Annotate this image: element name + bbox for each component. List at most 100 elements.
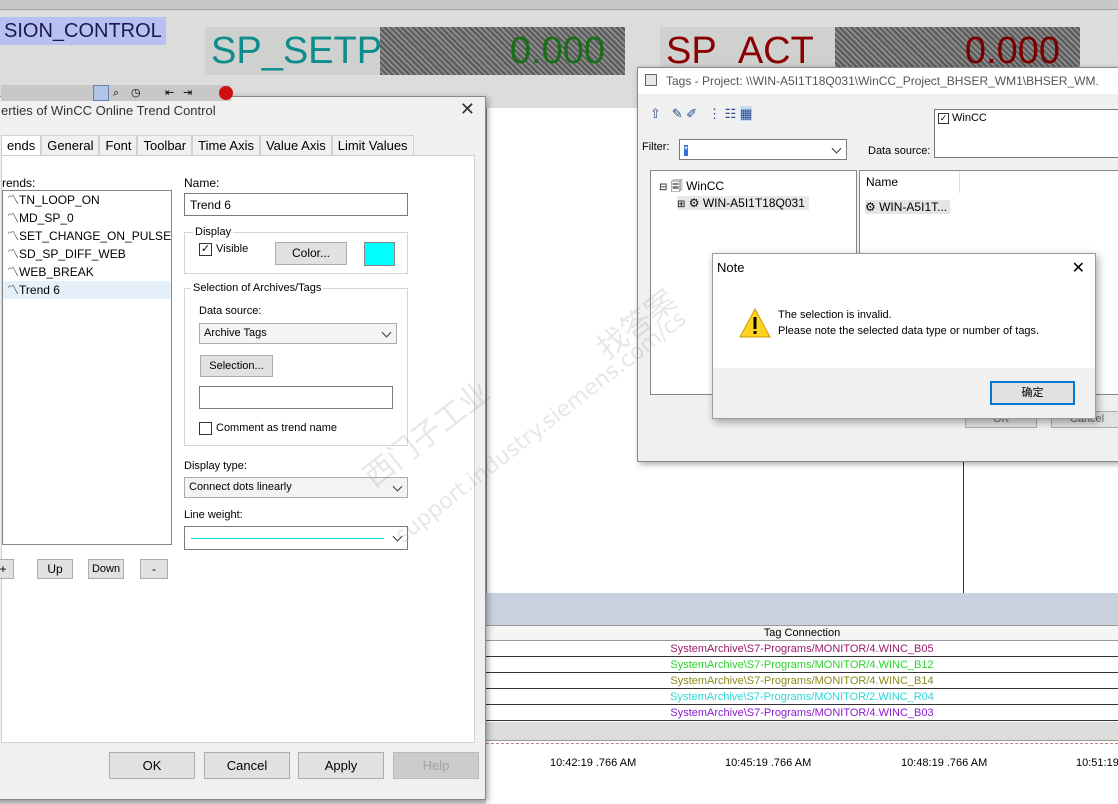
tab-time-axis[interactable]: Time Axis: [192, 135, 260, 155]
move-down-button[interactable]: Down: [88, 559, 124, 579]
database-icon: 🗐: [670, 179, 683, 193]
list-item[interactable]: ⚙ WIN-A5I1T...: [865, 200, 951, 214]
tab-general[interactable]: General: [41, 135, 100, 155]
data-source-label: Data source:: [868, 145, 931, 157]
comment-checkbox[interactable]: [199, 422, 212, 435]
first-icon[interactable]: ⇤: [165, 86, 174, 99]
trend-ruler: [963, 455, 964, 593]
confirm-button[interactable]: 确定: [990, 381, 1075, 405]
note-dialog: Note ✕ The selection is invalid. Please …: [712, 253, 1096, 419]
list-item[interactable]: 〽TN_LOOP_ON: [3, 191, 171, 209]
window-icon: [645, 74, 657, 86]
zoom-icon[interactable]: ⌕: [113, 87, 119, 100]
selection-group-label: Selection of Archives/Tags: [191, 282, 324, 294]
remove-trend-button[interactable]: -: [140, 559, 168, 579]
line-weight-combo[interactable]: [184, 526, 408, 550]
list-item[interactable]: 〽SET_CHANGE_ON_PULSE: [3, 227, 171, 245]
trend-icon: 〽: [7, 247, 20, 261]
tree-child[interactable]: ⊞ ⚙ WIN-A5I1T18Q031: [677, 196, 809, 210]
list-item[interactable]: 〽MD_SP_0: [3, 209, 171, 227]
name-label: Name:: [184, 176, 220, 190]
details-view-icon[interactable]: ▦: [739, 106, 753, 121]
server-icon: ⚙: [865, 200, 876, 214]
name-column-header[interactable]: Name: [860, 171, 960, 193]
trend-icon: 〽: [7, 265, 20, 279]
display-type-label: Display type:: [184, 460, 247, 472]
time-axis-line: [486, 743, 1118, 744]
system-label: SION_CONTROL: [0, 17, 166, 45]
clock-icon[interactable]: ◷: [131, 86, 141, 99]
sp-setp-value: 0.000: [380, 27, 625, 75]
time-tick: 10:42:19 .766 AM: [550, 757, 637, 769]
filter-label: Filter:: [642, 141, 670, 153]
list-item[interactable]: 〽WEB_BREAK: [3, 263, 171, 281]
folder-up-icon[interactable]: ⇧: [650, 106, 661, 121]
line-weight-label: Line weight:: [184, 509, 243, 521]
tab-limit-values[interactable]: Limit Values: [331, 135, 414, 155]
collapse-icon[interactable]: ⊟: [659, 182, 667, 193]
time-axis: 10:42:19 .766 AM 10:45:19 .766 AM 10:48:…: [486, 740, 1118, 804]
display-group: Display ✓ Visible Color...: [184, 226, 408, 274]
runtime-title-strip: [0, 0, 1118, 10]
time-tick: 10:48:19 .766 AM: [901, 757, 988, 769]
edit-tag-icon[interactable]: ✐: [686, 106, 697, 121]
list-view-icon[interactable]: ☷: [725, 106, 737, 121]
dialog-title: erties of WinCC Online Trend Control: [1, 103, 216, 118]
tab-value-axis[interactable]: Value Axis: [259, 135, 332, 155]
expand-icon[interactable]: ⊞: [677, 199, 685, 210]
selection-group: Selection of Archives/Tags Data source: …: [184, 282, 408, 446]
color-button[interactable]: Color...: [275, 242, 347, 265]
tag-selection-field[interactable]: [199, 386, 393, 409]
data-source-item: WinCC: [952, 112, 987, 124]
trend-toolbar-icon[interactable]: [93, 85, 109, 101]
data-source-label: Data source:: [199, 305, 262, 317]
tree-view-icon[interactable]: ⋮: [708, 106, 721, 121]
table-row[interactable]: SystemArchive\S7-Programs/MONITOR/4.WINC…: [486, 641, 1118, 657]
wincc-checkbox[interactable]: ✓: [938, 113, 949, 124]
filter-combo[interactable]: *: [679, 139, 847, 160]
sp-setp-label: SP_SETP: [205, 27, 382, 75]
tree-root[interactable]: ⊟ 🗐 WinCC: [659, 177, 724, 198]
tab-toolbar[interactable]: Toolbar: [137, 135, 193, 155]
list-item[interactable]: 〽SD_SP_DIFF_WEB: [3, 245, 171, 263]
new-tag-icon[interactable]: ✎: [672, 106, 683, 121]
visible-checkbox[interactable]: ✓: [199, 243, 212, 256]
tab-trends[interactable]: ends: [1, 135, 42, 155]
selection-button[interactable]: Selection...: [200, 355, 273, 377]
tab-font[interactable]: Font: [99, 135, 138, 155]
data-source-combo[interactable]: Archive Tags: [199, 323, 397, 344]
help-button: Help: [393, 752, 479, 779]
color-swatch[interactable]: [364, 242, 395, 266]
name-input[interactable]: Trend 6: [184, 193, 408, 216]
trends-list[interactable]: 〽TN_LOOP_ON 〽MD_SP_0 〽SET_CHANGE_ON_PULS…: [2, 190, 172, 545]
close-icon[interactable]: ✕: [1072, 258, 1085, 278]
apply-button[interactable]: Apply: [298, 752, 384, 779]
chevron-down-icon: [381, 327, 392, 338]
table-row[interactable]: SystemArchive\S7-Programs/MONITOR/4.WINC…: [486, 673, 1118, 689]
list-item-selected[interactable]: 〽Trend 6: [3, 281, 171, 299]
trend-icon: 〽: [7, 229, 20, 243]
line-weight-preview: [191, 538, 384, 539]
last-icon[interactable]: ⇥: [183, 86, 192, 99]
trend-icon: 〽: [7, 211, 20, 225]
warning-icon: [739, 308, 771, 338]
add-trend-button[interactable]: +: [0, 559, 14, 579]
note-title: Note: [717, 260, 745, 275]
server-icon: ⚙: [688, 196, 700, 210]
tags-title-bar: Tags - Project: \\WIN-A5I1T18Q031\WinCC_…: [638, 68, 1118, 94]
tag-toolbar-icons: ⇧ ✎ ✐ ⋮ ☷ ▦: [650, 106, 753, 122]
table-toolbar-strip: [486, 593, 1118, 625]
display-group-label: Display: [193, 226, 234, 238]
stop-icon[interactable]: [219, 86, 233, 100]
move-up-button[interactable]: Up: [37, 559, 73, 579]
table-row[interactable]: SystemArchive\S7-Programs/MONITOR/2.WINC…: [486, 689, 1118, 705]
table-row[interactable]: SystemArchive\S7-Programs/MONITOR/4.WINC…: [486, 705, 1118, 721]
close-icon[interactable]: ✕: [460, 99, 475, 120]
cancel-button[interactable]: Cancel: [204, 752, 290, 779]
note-line2: Please note the selected data type or nu…: [778, 325, 1040, 337]
trend-icon: 〽: [7, 283, 20, 297]
ok-button[interactable]: OK: [109, 752, 195, 779]
time-tick: 10:45:19 .766 AM: [725, 757, 812, 769]
data-source-list[interactable]: ✓ WinCC: [934, 109, 1118, 158]
table-row[interactable]: SystemArchive\S7-Programs/MONITOR/4.WINC…: [486, 657, 1118, 673]
